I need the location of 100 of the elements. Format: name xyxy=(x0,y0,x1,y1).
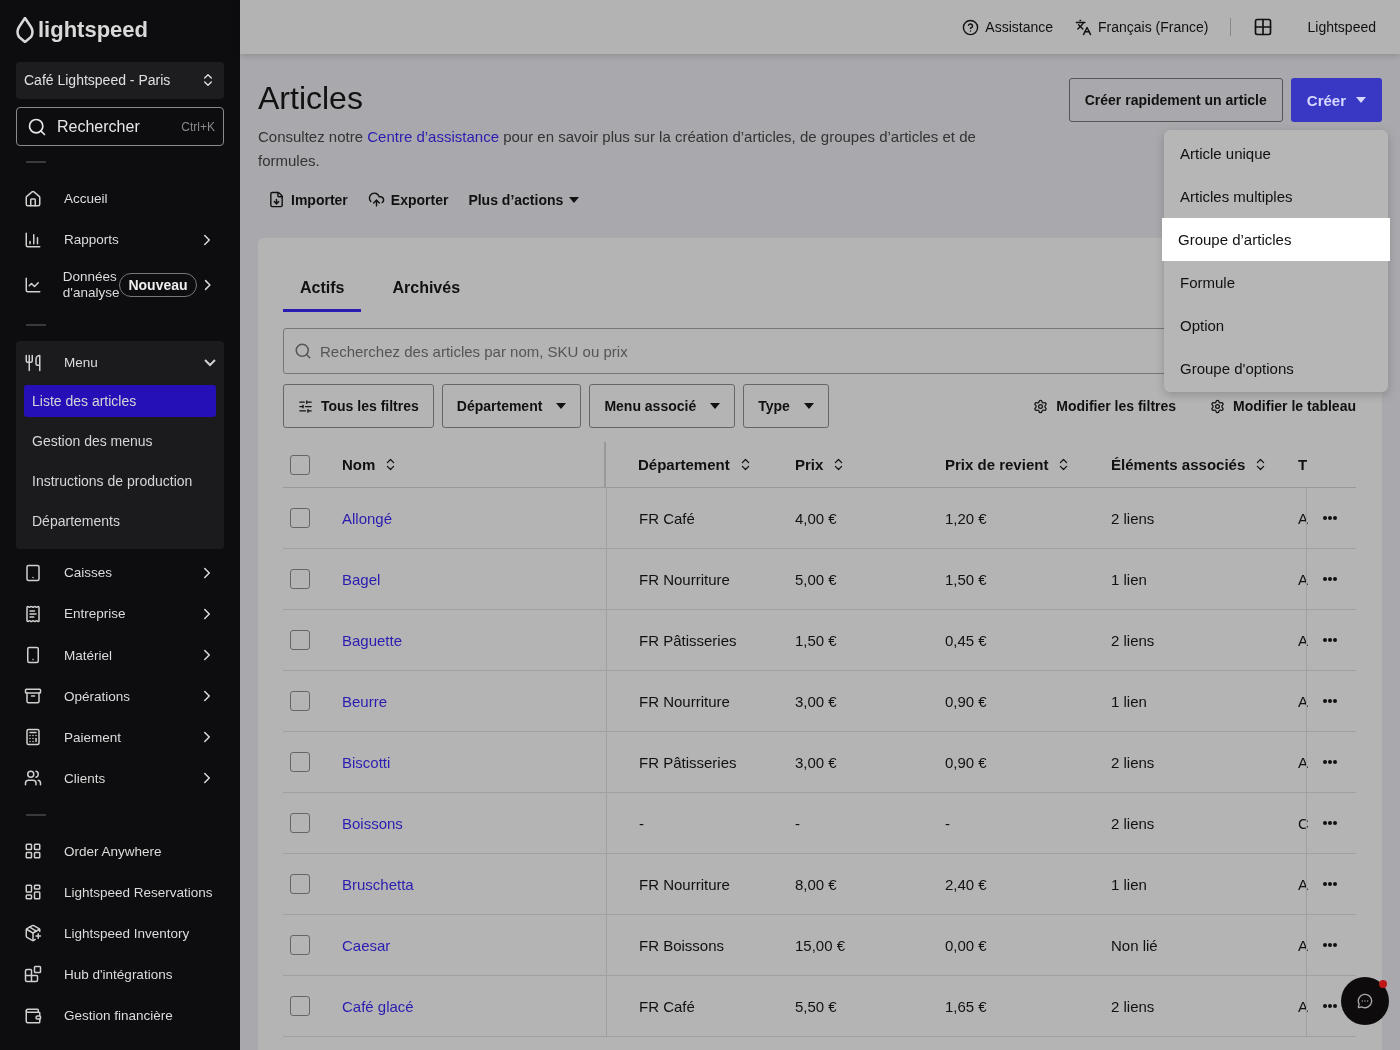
row-checkbox[interactable] xyxy=(290,813,310,833)
filter-button[interactable]: Département xyxy=(441,384,582,428)
more-button[interactable] xyxy=(1323,943,1337,947)
nav-item[interactable]: Accueil xyxy=(16,178,224,220)
item-link[interactable]: Bagel xyxy=(342,570,381,588)
search-field[interactable]: Rechercher Ctrl+K xyxy=(16,107,224,147)
table-cell: 1,20 € xyxy=(945,509,987,527)
box-icon xyxy=(24,924,42,943)
nav-item[interactable]: Clients xyxy=(16,757,224,799)
more-icon xyxy=(1323,882,1337,886)
nav-item[interactable]: Rapports xyxy=(16,219,224,261)
create-option[interactable]: Groupe d’articles xyxy=(1162,218,1390,261)
column-header[interactable]: Prix de revient xyxy=(945,456,1049,473)
row-checkbox[interactable] xyxy=(290,691,310,711)
more-button[interactable] xyxy=(1323,577,1337,581)
more-button[interactable] xyxy=(1323,760,1337,764)
create-button[interactable]: Créer xyxy=(1290,78,1382,122)
more-button[interactable] xyxy=(1323,1004,1337,1008)
item-link[interactable]: Bruschetta xyxy=(342,875,414,893)
column-header[interactable]: Prix xyxy=(795,456,824,473)
nav-label: Accueil xyxy=(64,190,109,207)
create-option[interactable]: Formule xyxy=(1164,261,1388,304)
language-link[interactable]: Français (France) xyxy=(1075,18,1209,36)
upload-icon xyxy=(367,191,385,208)
more-button[interactable] xyxy=(1323,638,1337,642)
action-button[interactable]: Exporter xyxy=(367,191,449,208)
table-cell: 3,00 € xyxy=(795,692,837,710)
create-option[interactable]: Articles multiples xyxy=(1164,175,1388,218)
item-link[interactable]: Café glacé xyxy=(342,997,414,1015)
tab[interactable]: Actifs xyxy=(283,266,362,312)
table-cell: FR Nourriture xyxy=(639,570,730,588)
filter-button[interactable]: Tous les filtres xyxy=(283,384,434,428)
settings-icon xyxy=(1210,398,1226,414)
nav-label: Clients xyxy=(64,770,107,787)
nav-item[interactable]: Caisses xyxy=(16,552,224,594)
nav-item[interactable]: Entreprise xyxy=(16,593,224,635)
action-button[interactable]: Importer xyxy=(268,191,348,208)
settings-icon xyxy=(1033,398,1049,414)
tab[interactable]: Archivés xyxy=(375,266,478,312)
table-cell: FR Pâtisseries xyxy=(639,631,737,649)
select-all-checkbox[interactable] xyxy=(290,454,310,475)
create-option[interactable]: Article unique xyxy=(1164,132,1388,175)
column-header[interactable]: Département xyxy=(638,456,730,473)
action-button[interactable]: Plus d’actions xyxy=(468,191,580,208)
nav-item[interactable]: Order Anywhere xyxy=(16,830,224,872)
table-cell: 1 lien xyxy=(1111,875,1147,893)
row-checkbox[interactable] xyxy=(290,874,310,894)
row-checkbox[interactable] xyxy=(290,508,310,528)
caret-icon xyxy=(803,403,814,409)
account-link[interactable]: Lightspeed xyxy=(1307,19,1376,35)
location-selector[interactable]: Café Lightspeed - Paris xyxy=(16,61,224,100)
table-cell: - xyxy=(945,814,950,832)
row-checkbox[interactable] xyxy=(290,996,310,1016)
more-button[interactable] xyxy=(1323,516,1337,520)
chevron-down-icon xyxy=(204,358,216,367)
table-cell: 4,00 € xyxy=(795,509,837,527)
nav-item[interactable]: Menu xyxy=(16,340,224,385)
nav-item[interactable]: Gestion financière xyxy=(16,995,224,1037)
more-button[interactable] xyxy=(1323,699,1337,703)
row-checkbox[interactable] xyxy=(290,935,310,955)
more-button[interactable] xyxy=(1323,821,1337,825)
item-link[interactable]: Beurre xyxy=(342,692,388,710)
column-header[interactable]: Nom xyxy=(342,456,376,473)
nav-item[interactable]: Matériel xyxy=(16,634,224,676)
nav-label: Hub d'intégrations xyxy=(64,966,174,983)
nav-item[interactable]: Paiement xyxy=(16,716,224,758)
apps-icon[interactable] xyxy=(1253,17,1274,37)
nav-subitem[interactable]: Gestion des menus xyxy=(24,424,216,457)
settings-link[interactable]: Modifier les filtres xyxy=(1033,398,1177,414)
row-checkbox[interactable] xyxy=(290,569,310,589)
nav-subitem[interactable]: Instructions de production xyxy=(24,464,216,497)
more-icon xyxy=(1323,760,1337,764)
nav-subitem[interactable]: Départements xyxy=(24,504,216,537)
table-cell: 2 liens xyxy=(1111,631,1155,649)
row-checkbox[interactable] xyxy=(290,752,310,772)
item-link[interactable]: Boissons xyxy=(342,814,403,832)
item-link[interactable]: Caesar xyxy=(342,936,391,954)
column-header[interactable]: T xyxy=(1298,456,1308,473)
more-button[interactable] xyxy=(1323,882,1337,886)
row-checkbox[interactable] xyxy=(290,630,310,650)
nav-item[interactable]: Lightspeed Reservations xyxy=(16,871,224,913)
nav-item[interactable]: Opérations xyxy=(16,675,224,717)
filter-button[interactable]: Type xyxy=(743,384,829,428)
help-link[interactable]: Assistance xyxy=(962,18,1053,36)
blocks-icon xyxy=(24,965,42,984)
item-link[interactable]: Allongé xyxy=(342,509,393,527)
settings-link[interactable]: Modifier le tableau xyxy=(1210,398,1356,414)
item-link[interactable]: Biscotti xyxy=(342,753,391,771)
cutlery-icon xyxy=(24,353,42,372)
quick-create-button[interactable]: Créer rapidement un article xyxy=(1068,78,1283,122)
filter-button[interactable]: Menu associé xyxy=(589,384,736,428)
description: Consultez notre Centre d’assistance pour en savoir plus sur la création d’articles, de groupes d’articles et de formules. xyxy=(258,127,977,171)
nav-item[interactable]: Hub d'intégrations xyxy=(16,953,224,995)
nav-item[interactable]: Lightspeed Inventory xyxy=(16,912,224,954)
table-cell: - xyxy=(795,814,800,832)
item-link[interactable]: Baguette xyxy=(342,631,403,649)
nav-subitem[interactable]: Liste des articles xyxy=(24,384,216,417)
table-cell: - xyxy=(639,814,644,832)
column-header[interactable]: Éléments associés xyxy=(1111,456,1246,473)
help-center-link[interactable]: Centre d’assistance xyxy=(367,128,499,145)
